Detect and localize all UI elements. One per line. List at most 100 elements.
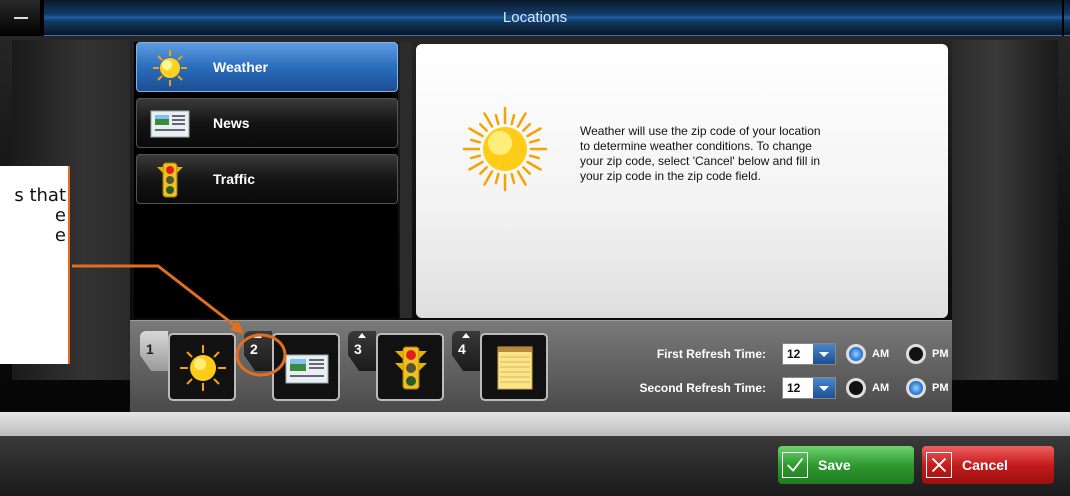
slot-thumbnail[interactable] bbox=[272, 333, 340, 401]
description-line: to determine weather conditions. To chan… bbox=[580, 139, 812, 153]
app-window: Locations Weather News Traffic Weather w… bbox=[0, 0, 1070, 496]
sun-ray bbox=[516, 112, 527, 128]
feed-item-label: Traffic bbox=[213, 171, 256, 187]
first-refresh-hour-select[interactable]: 12 bbox=[782, 343, 836, 365]
save-label: Save bbox=[818, 457, 851, 473]
annotation-line: e bbox=[54, 205, 66, 226]
radio-dot bbox=[846, 378, 866, 398]
radio-label: AM bbox=[872, 382, 890, 394]
first-refresh-am-radio[interactable]: AM bbox=[846, 343, 910, 365]
sun-ray bbox=[469, 154, 482, 160]
sun-ray bbox=[522, 166, 531, 175]
right-side-panel bbox=[952, 40, 1058, 380]
second-refresh-hour-select[interactable]: 12 bbox=[782, 377, 836, 399]
feed-item-label: News bbox=[213, 115, 250, 131]
slot-thumbnail[interactable] bbox=[480, 333, 548, 401]
caret-up-icon[interactable] bbox=[254, 333, 262, 338]
second-refresh-am-radio[interactable]: AM bbox=[846, 377, 910, 399]
sun-ray bbox=[479, 123, 488, 132]
sun-ray bbox=[479, 166, 488, 175]
window-title: Locations bbox=[502, 9, 568, 26]
lower-divider-bar bbox=[0, 412, 1070, 436]
chevron-down-icon[interactable] bbox=[813, 344, 835, 364]
sun-ray bbox=[526, 160, 542, 171]
second-refresh-pm-radio[interactable]: PM bbox=[906, 377, 970, 399]
description-line: your zip code, select 'Cancel' below and… bbox=[580, 154, 821, 168]
chevron-down-icon[interactable] bbox=[813, 378, 835, 398]
sun-ray bbox=[510, 113, 516, 126]
slot-thumbnail[interactable] bbox=[168, 333, 236, 401]
close-icon bbox=[926, 452, 952, 478]
radio-dot bbox=[906, 344, 926, 364]
sun-ray bbox=[510, 172, 516, 185]
caret-up-icon[interactable] bbox=[358, 333, 366, 338]
annotation-callout: s that e e bbox=[0, 166, 70, 364]
sun-ray bbox=[468, 127, 484, 138]
checkmark-icon bbox=[782, 452, 808, 478]
second-refresh-row: Second Refresh Time: 12 AM PM bbox=[600, 375, 949, 401]
sun-ray bbox=[528, 154, 541, 160]
first-refresh-label: First Refresh Time: bbox=[656, 347, 766, 361]
second-refresh-label: Second Refresh Time: bbox=[639, 381, 766, 395]
radio-label: PM bbox=[932, 382, 949, 394]
feed-item-traffic[interactable]: Traffic bbox=[136, 154, 398, 204]
first-refresh-row: First Refresh Time: 12 AM PM bbox=[600, 341, 949, 367]
sun-ray bbox=[516, 170, 527, 186]
first-refresh-pm-radio[interactable]: PM bbox=[906, 343, 970, 365]
annotation-line: s that bbox=[14, 185, 66, 206]
slot-number: 1 bbox=[146, 341, 154, 357]
radio-dot bbox=[846, 344, 866, 364]
cancel-button[interactable]: Cancel bbox=[922, 446, 1054, 484]
sun-ray bbox=[468, 160, 484, 171]
slot-tab: 4 bbox=[452, 331, 480, 371]
feed-item-label: Weather bbox=[213, 59, 268, 75]
sun-ray bbox=[522, 123, 531, 132]
slot-number: 4 bbox=[458, 341, 466, 357]
slot-2[interactable]: 2 bbox=[244, 331, 342, 409]
description-panel: Weather will use the zip code of your lo… bbox=[416, 44, 948, 318]
slot-number: 3 bbox=[354, 341, 362, 357]
feed-list: Weather News Traffic bbox=[134, 42, 398, 318]
sun-ray bbox=[494, 172, 500, 185]
sun-ray bbox=[483, 112, 494, 128]
hour-value: 12 bbox=[783, 378, 813, 398]
sun-icon bbox=[462, 106, 548, 192]
save-button[interactable]: Save bbox=[778, 446, 914, 484]
slot-tab: 3 bbox=[348, 331, 376, 371]
feed-list-scrollbar[interactable] bbox=[400, 42, 412, 318]
slot-strip: 1 2 3 4 First Refresh Time: 12 AM PM Sec… bbox=[130, 320, 952, 412]
cancel-label: Cancel bbox=[962, 457, 1008, 473]
caret-up-icon[interactable] bbox=[462, 333, 470, 338]
feed-item-news[interactable]: News bbox=[136, 98, 398, 148]
notepad-icon bbox=[497, 346, 533, 390]
radio-label: AM bbox=[872, 348, 890, 360]
feed-item-weather[interactable]: Weather bbox=[136, 42, 398, 92]
sun-ray bbox=[469, 138, 482, 144]
sun-ray bbox=[528, 138, 541, 144]
slot-3[interactable]: 3 bbox=[348, 331, 446, 409]
slot-number: 2 bbox=[250, 341, 258, 357]
sun-ray bbox=[526, 127, 542, 138]
radio-label: PM bbox=[932, 348, 949, 360]
sun-ray bbox=[483, 170, 494, 186]
description-line: your zip code in the zip code field. bbox=[580, 169, 761, 183]
newspaper-icon bbox=[285, 354, 329, 384]
annotation-text: s that e e bbox=[0, 186, 70, 246]
hour-value: 12 bbox=[783, 344, 813, 364]
description-text: Weather will use the zip code of your lo… bbox=[580, 124, 920, 184]
slot-tab: 1 bbox=[140, 331, 168, 371]
footer-bar: Save Cancel bbox=[0, 436, 1070, 496]
slot-4[interactable]: 4 bbox=[452, 331, 550, 409]
slot-1[interactable]: 1 bbox=[140, 331, 238, 409]
sun-ray bbox=[494, 113, 500, 126]
traffic-light-icon bbox=[157, 162, 183, 198]
description-line: Weather will use the zip code of your lo… bbox=[580, 124, 821, 138]
traffic-light-icon bbox=[395, 346, 427, 390]
annotation-line: e bbox=[54, 225, 66, 246]
radio-dot bbox=[906, 378, 926, 398]
newspaper-icon bbox=[150, 110, 190, 138]
slot-thumbnail[interactable] bbox=[376, 333, 444, 401]
sun-icon bbox=[153, 50, 187, 86]
slot-tab: 2 bbox=[244, 331, 272, 371]
title-bar: Locations bbox=[0, 0, 1070, 36]
